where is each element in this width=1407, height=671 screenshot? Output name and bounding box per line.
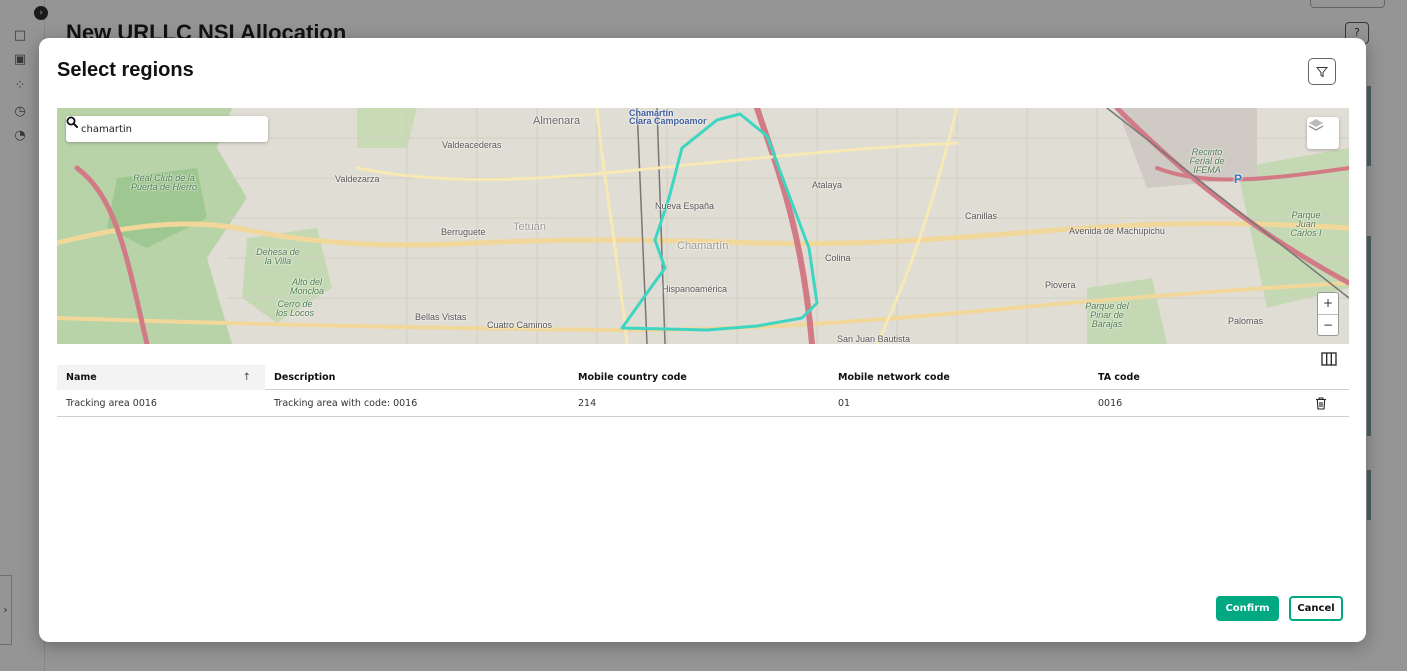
map-label: Almenara: [533, 115, 581, 127]
map-search-input[interactable]: [81, 123, 251, 135]
select-regions-dialog: Select regions Chamartín Ciara Campoamor…: [39, 38, 1366, 642]
sort-ascending-icon: ↑: [242, 371, 251, 383]
layers-button[interactable]: [1307, 117, 1339, 149]
columns-icon: [1321, 352, 1337, 366]
map-label: Atalaya: [812, 180, 843, 190]
zoom-in-button[interactable]: +: [1318, 293, 1338, 314]
column-header-ta-code[interactable]: TA code: [1089, 372, 1289, 383]
cell-ta-code: 0016: [1098, 397, 1123, 409]
cell-description: Tracking area with code: 0016: [274, 397, 418, 409]
map-label: Bellas Vistas: [415, 312, 467, 322]
map-label: Avenida de Machupichu: [1069, 226, 1165, 236]
zoom-control: + −: [1317, 292, 1339, 336]
map-label: Colina: [825, 253, 851, 263]
trash-icon: [1316, 396, 1326, 410]
region-map[interactable]: Chamartín Ciara Campoamor Almenara Valde…: [57, 108, 1349, 344]
filter-icon: [1316, 66, 1328, 77]
map-search-box[interactable]: [66, 116, 268, 142]
search-icon: [66, 116, 78, 128]
column-header-mnc[interactable]: Mobile network code: [829, 372, 1089, 383]
delete-row-button[interactable]: [1289, 396, 1349, 410]
map-label: Valdezarza: [335, 174, 380, 184]
column-header-description[interactable]: Description: [265, 372, 569, 383]
table-row[interactable]: Tracking area 0016 Tracking area with co…: [57, 390, 1349, 417]
cell-name: Tracking area 0016: [66, 397, 157, 409]
map-label: Parque del Pinar de Barajas: [1085, 301, 1129, 329]
map-label: Canillas: [965, 211, 998, 221]
map-label: Cerro de los Locos: [275, 299, 315, 318]
parking-marker: P: [1234, 172, 1243, 186]
map-label: Palomas: [1228, 316, 1264, 326]
map-label: Hispanoamérica: [662, 284, 728, 294]
regions-table: Name ↑ Description Mobile country code M…: [57, 364, 1349, 417]
map-label: Dehesa de la Villa: [256, 247, 300, 266]
column-header-mcc[interactable]: Mobile country code: [569, 372, 829, 383]
cell-mnc: 01: [838, 397, 851, 409]
filter-button[interactable]: [1308, 58, 1336, 85]
map-label: Alto del Moncloa: [289, 277, 325, 296]
map-label: Cuatro Caminos: [487, 320, 553, 330]
layers-icon: [1308, 119, 1324, 131]
map-label: San Juan Bautista: [837, 334, 911, 344]
map-label: Recinto Ferial de IFEMA: [1189, 147, 1225, 175]
map-label: Nueva España: [655, 201, 715, 211]
column-header-name[interactable]: Name ↑: [57, 364, 265, 390]
map-label: Real Club de la Puerta de Hierro: [130, 173, 198, 192]
map-label: Parque Juan Carlos I: [1290, 210, 1322, 238]
confirm-button[interactable]: Confirm: [1216, 596, 1279, 621]
zoom-out-button[interactable]: −: [1318, 314, 1338, 335]
column-header-label: Name: [66, 371, 97, 383]
cancel-button[interactable]: Cancel: [1289, 596, 1343, 621]
map-label: Tetuán: [513, 221, 547, 233]
table-header: Name ↑ Description Mobile country code M…: [57, 364, 1349, 390]
map-label: Valdeacederas: [442, 140, 502, 150]
map-label: Berruguete: [441, 227, 486, 237]
map-label: Chamartín: [677, 240, 729, 252]
map-label: Ciara Campoamor: [629, 116, 707, 126]
cell-mcc: 214: [578, 397, 597, 409]
map-label: Piovera: [1045, 280, 1076, 290]
dialog-title: Select regions: [57, 59, 194, 81]
